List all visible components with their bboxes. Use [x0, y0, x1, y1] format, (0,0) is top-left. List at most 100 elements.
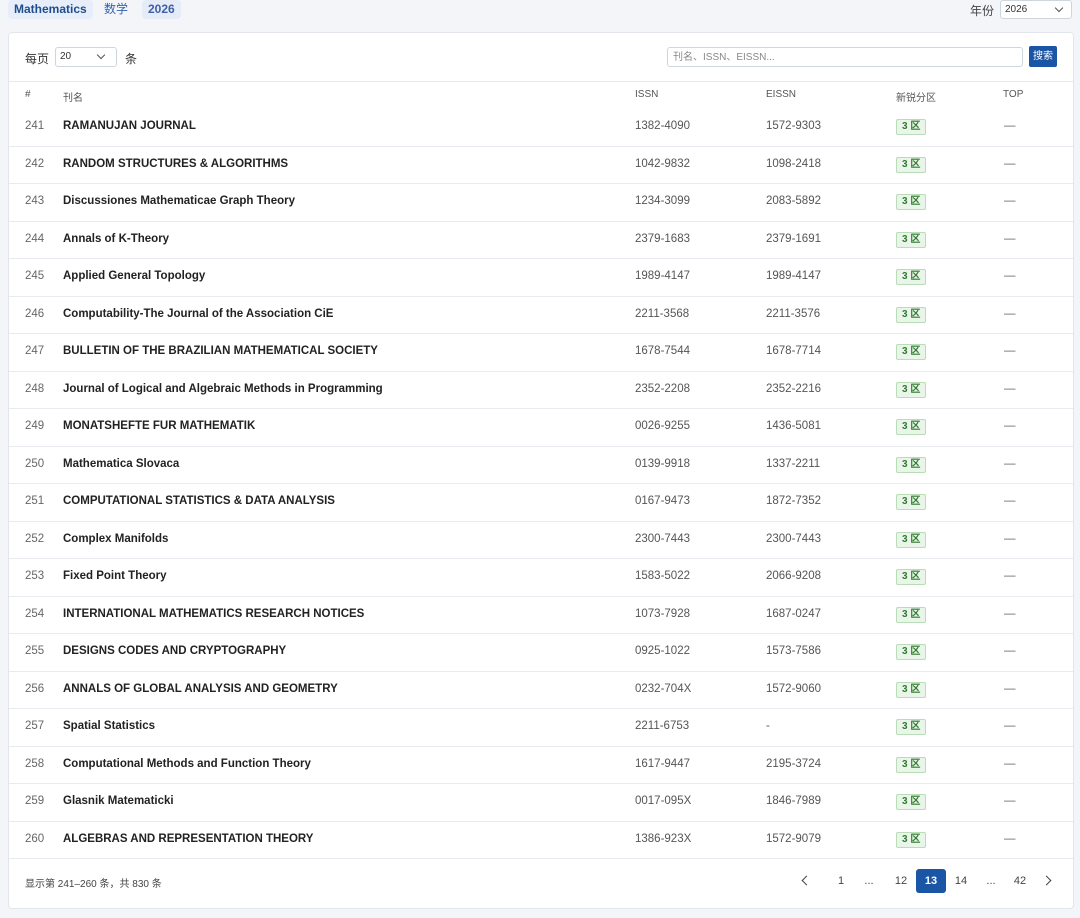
cell-issn: 1583-5022 [635, 570, 690, 582]
cell-top: — [1004, 345, 1016, 357]
cell-journal-name[interactable]: Applied General Topology [63, 270, 205, 282]
cell-journal-name[interactable]: COMPUTATIONAL STATISTICS & DATA ANALYSIS [63, 495, 335, 507]
table-row[interactable]: 249 MONATSHEFTE FUR MATHEMATIK 0026-9255 14… [9, 409, 1073, 447]
zone-badge: 3 区 [896, 194, 927, 210]
cell-journal-name[interactable]: Computability-The Journal of the Associa… [63, 308, 333, 320]
table-row[interactable]: 257 Spatial Statistics 2211-6753 - 3 区 — [9, 709, 1073, 747]
table-row[interactable]: 259 Glasnik Matematicki 0017-095X 1846-7989… [9, 784, 1073, 822]
cell-num: 258 [25, 757, 45, 770]
chevron-left-icon[interactable] [801, 875, 812, 886]
table-row[interactable]: 253 Fixed Point Theory 1583-5022 2066-9208 3… [9, 559, 1073, 597]
cell-top: — [1004, 607, 1016, 620]
cell-journal-name[interactable]: Mathematica Slovaca [63, 458, 179, 470]
cell-journal-name[interactable]: ALGEBRAS AND REPRESENTATION THEORY [63, 833, 313, 845]
table-row[interactable]: 247 BULLETIN OF THE BRAZILIAN MATHEMATICA… [9, 334, 1073, 372]
col-header-name[interactable]: 刊名 [63, 89, 83, 104]
cell-eissn: 1989-4147 [766, 270, 821, 282]
table-row[interactable]: 251 COMPUTATIONAL STATISTICS & DATA ANALY… [9, 484, 1073, 522]
cell-top: — [1004, 645, 1016, 657]
table-row[interactable]: 258 Computational Methods and Function Th… [9, 747, 1073, 784]
year-label: 年份 [970, 4, 995, 18]
table-row[interactable]: 243 Discussiones Mathematicae Graph Theor… [9, 184, 1073, 222]
table-row[interactable]: 246 Computability-The Journal of the Asso… [9, 297, 1073, 334]
page-link[interactable]: 1 [829, 869, 853, 893]
cell-top: — [1004, 232, 1016, 245]
cell-top: — [1004, 420, 1016, 432]
cell-journal-name[interactable]: DESIGNS CODES AND CRYPTOGRAPHY [63, 645, 286, 657]
col-header-issn[interactable]: ISSN [635, 89, 658, 100]
cell-eissn: 1573-7586 [766, 645, 821, 657]
table-row[interactable]: 256 ANNALS OF GLOBAL ANALYSIS AND GEOMETR… [9, 672, 1073, 709]
cell-journal-name[interactable]: Computational Methods and Function Theor… [63, 758, 311, 770]
cell-num: 252 [25, 532, 45, 545]
cell-eissn: 2379-1691 [766, 232, 821, 245]
table-row[interactable]: 254 INTERNATIONAL MATHEMATICS RESEARCH NO… [9, 597, 1073, 634]
cell-journal-name[interactable]: BULLETIN OF THE BRAZILIAN MATHEMATICAL S… [63, 345, 378, 357]
col-header-num[interactable]: # [25, 89, 31, 100]
cell-journal-name[interactable]: INTERNATIONAL MATHEMATICS RESEARCH NOTIC… [63, 608, 364, 620]
cell-issn: 0925-1022 [635, 645, 690, 657]
cell-issn: 2211-3568 [635, 307, 690, 320]
zone-badge: 3 区 [896, 419, 927, 435]
cell-eissn: 2352-2216 [766, 382, 821, 395]
zone-badge: 3 区 [896, 606, 927, 623]
search-button[interactable]: 搜索 [1029, 46, 1057, 67]
cell-journal-name[interactable]: Spatial Statistics [63, 720, 155, 732]
cell-eissn: 1846-7989 [766, 795, 821, 807]
table-row[interactable]: 245 Applied General Topology 1989-4147 1989… [9, 259, 1073, 297]
cell-eissn: 1678-7714 [766, 345, 821, 357]
per-page-select[interactable]: 20 [55, 47, 117, 67]
col-header-zone[interactable]: 新锐分区 [896, 89, 936, 104]
cell-num: 247 [25, 345, 45, 357]
cell-eissn: 1572-9079 [766, 832, 821, 845]
cell-issn: 0232-704X [635, 682, 692, 695]
cell-top: — [1004, 532, 1016, 545]
zone-badge: 3 区 [896, 531, 927, 548]
cell-journal-name[interactable]: Glasnik Matematicki [63, 795, 174, 807]
cell-journal-name[interactable]: Journal of Logical and Algebraic Methods… [63, 383, 383, 395]
table-row[interactable]: 252 Complex Manifolds 2300-7443 2300-7443 3 … [9, 522, 1073, 559]
cell-journal-name[interactable]: ANNALS OF GLOBAL ANALYSIS AND GEOMETRY [63, 683, 338, 695]
cell-top: — [1004, 457, 1016, 470]
page-current[interactable]: 13 [916, 869, 946, 893]
table-row[interactable]: 255 DESIGNS CODES AND CRYPTOGRAPHY 0925-10… [9, 634, 1073, 672]
table-row[interactable]: 248 Journal of Logical and Algebraic Meth… [9, 372, 1073, 409]
cell-journal-name[interactable]: Complex Manifolds [63, 533, 168, 545]
cell-journal-name[interactable]: Annals of K-Theory [63, 233, 169, 245]
cell-num: 248 [25, 382, 45, 395]
cell-top: — [1004, 382, 1016, 395]
tag-subject-zh[interactable]: 数学 [98, 0, 134, 19]
chevron-down-icon [96, 50, 106, 60]
zone-badge: 3 区 [896, 681, 927, 698]
page-link[interactable]: 42 [1008, 869, 1032, 893]
year-select-value: 2026 [1005, 4, 1028, 15]
year-select[interactable]: 2026 [1000, 0, 1072, 19]
pagination: 1... 12 13 14... 42 [789, 869, 1069, 893]
cell-issn: 1042-9832 [635, 157, 690, 170]
cell-journal-name[interactable]: Discussiones Mathematicae Graph Theory [63, 195, 295, 207]
col-header-eissn[interactable]: EISSN [766, 89, 796, 100]
page-link[interactable]: 14 [949, 869, 973, 893]
cell-top: — [1004, 757, 1016, 770]
cell-top: — [1004, 195, 1016, 207]
table-row[interactable]: 241 RAMANUJAN JOURNAL 1382-4090 1572-9303 3 … [9, 109, 1073, 147]
cell-issn: 1382-4090 [635, 120, 690, 132]
table-row[interactable]: 260 ALGEBRAS AND REPRESENTATION THEORY 138… [9, 822, 1073, 859]
table-row[interactable]: 244 Annals of K-Theory 2379-1683 2379-1691 3… [9, 222, 1073, 259]
chevron-right-icon[interactable] [1041, 875, 1052, 886]
cell-eissn: 2211-3576 [766, 307, 821, 320]
tag-year[interactable]: 2026 [142, 0, 181, 19]
cell-journal-name[interactable]: Fixed Point Theory [63, 570, 167, 582]
table-row[interactable]: 242 RANDOM STRUCTURES & ALGORITHMS 1042-98… [9, 147, 1073, 184]
cell-journal-name[interactable]: RAMANUJAN JOURNAL [63, 120, 196, 132]
cell-num: 256 [25, 682, 45, 695]
search-input[interactable] [667, 47, 1023, 67]
zone-badge: 3 区 [896, 569, 927, 585]
per-page-prefix: 每页 [25, 52, 50, 66]
tag-subject-en[interactable]: Mathematics [8, 0, 93, 19]
table-row[interactable]: 250 Mathematica Slovaca 0139-9918 1337-2211… [9, 447, 1073, 484]
page-link[interactable]: 12 [889, 869, 913, 893]
cell-journal-name[interactable]: RANDOM STRUCTURES & ALGORITHMS [63, 158, 288, 170]
cell-journal-name[interactable]: MONATSHEFTE FUR MATHEMATIK [63, 420, 255, 432]
col-header-top[interactable]: TOP [1003, 89, 1023, 100]
